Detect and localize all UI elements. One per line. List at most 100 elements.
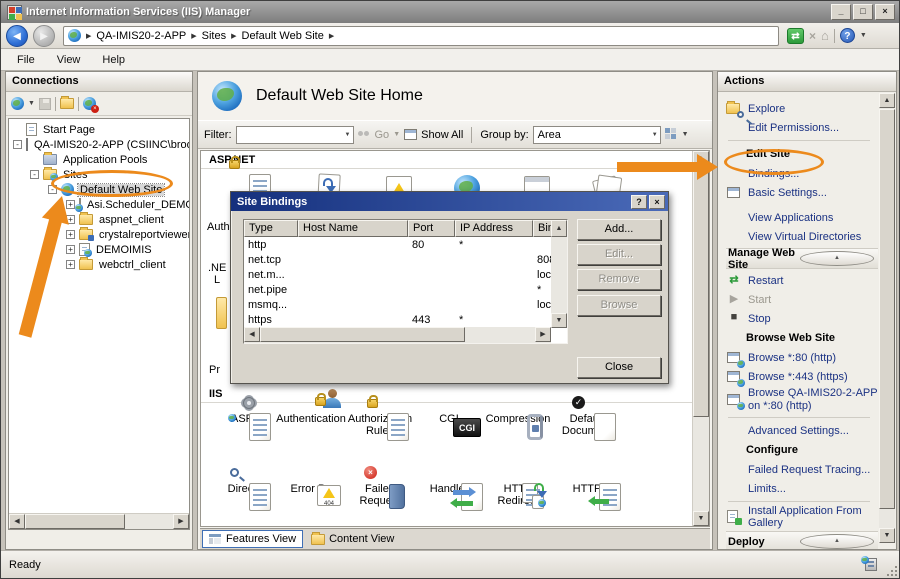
action-browse-qa[interactable]: Browse QA-IMIS20-2-APP on *:80 (http) [726, 386, 878, 414]
add-button[interactable]: Add... [577, 219, 661, 240]
action-limits[interactable]: Limits... [726, 479, 878, 498]
collapse-expander-icon[interactable]: - [13, 140, 22, 149]
collapse-expander-icon[interactable]: - [30, 170, 39, 179]
view-mode-dropdown-icon[interactable]: ▼ [682, 131, 689, 138]
feature-authorization-rules[interactable]: Authorization Rules [345, 411, 415, 437]
action-view-virtual-directories[interactable]: View Virtual Directories [726, 227, 878, 246]
collapse-expander-icon[interactable]: + [66, 260, 75, 269]
go-dropdown-icon[interactable]: ▼ [393, 131, 400, 138]
tree-item-demoimis[interactable]: + DEMOIMIS [9, 242, 189, 257]
tree-item-asi-scheduler[interactable]: + Asi.Scheduler_DEMO [9, 197, 189, 212]
binding-row-http[interactable]: http 80 * [244, 237, 567, 252]
binding-row-msmq[interactable]: msmq... loca [244, 297, 567, 312]
dialog-help-button[interactable]: ? [631, 195, 647, 209]
column-ip-address[interactable]: IP Address [455, 220, 533, 237]
action-stop[interactable]: ■Stop [726, 309, 878, 328]
close-button[interactable]: × [875, 4, 895, 20]
column-host-name[interactable]: Host Name [298, 220, 408, 237]
dialog-close-button[interactable]: × [649, 195, 665, 209]
menu-help[interactable]: Help [102, 54, 125, 66]
scrollbar-thumb[interactable] [260, 327, 465, 342]
feature-handler-mappings[interactable]: Handler [414, 481, 484, 495]
collapse-expander-icon[interactable]: + [66, 200, 75, 209]
scrollbar-thumb[interactable] [25, 514, 125, 529]
feature-http-redirect[interactable]: HTTP Redirect [483, 481, 553, 507]
actions-group-deploy[interactable]: Deploy▲ [726, 531, 878, 549]
binding-row-net-pipe[interactable]: net.pipe * [244, 282, 567, 297]
scroll-up-button[interactable]: ▲ [693, 151, 709, 166]
minimize-button[interactable]: _ [831, 4, 851, 20]
filter-input[interactable]: ▼ [236, 126, 354, 144]
scrollbar-thumb[interactable] [693, 167, 709, 417]
breadcrumb-item-site[interactable]: Default Web Site [242, 30, 324, 42]
tree-item-aspnet-client[interactable]: + aspnet_client [9, 212, 189, 227]
tree-item-crystalreportviewers[interactable]: + crystalreportviewers [9, 227, 189, 242]
close-dialog-button[interactable]: Close [577, 357, 661, 378]
binding-row-https[interactable]: https 443 * [244, 312, 567, 327]
scroll-left-button[interactable]: ◀ [244, 327, 260, 342]
column-type[interactable]: Type [244, 220, 298, 237]
tree-item-start-page[interactable]: Start Page [9, 122, 189, 137]
collapse-icon[interactable]: ▲ [800, 534, 874, 549]
tree-item-default-web-site[interactable]: - Default Web Site [9, 182, 189, 197]
action-restart[interactable]: ⇄Restart [726, 271, 878, 290]
menu-file[interactable]: File [17, 54, 35, 66]
menu-view[interactable]: View [57, 54, 81, 66]
action-install-gallery[interactable]: Install Application From Gallery [726, 505, 878, 529]
maximize-button[interactable]: □ [853, 4, 873, 20]
breadcrumb-item-server[interactable]: QA-IMIS20-2-APP [96, 30, 186, 42]
feature-http-response-headers[interactable]: HTTP [552, 481, 622, 495]
feature-directory-browsing[interactable]: Direct [207, 481, 277, 495]
back-button[interactable]: ◀ [6, 25, 28, 47]
action-explore[interactable]: Explore [726, 99, 878, 118]
forward-button[interactable]: ▶ [33, 25, 55, 47]
actions-scrollbar[interactable]: ▲ ▼ [879, 93, 895, 543]
feature-compression[interactable]: Compression [483, 411, 553, 425]
feature-authentication[interactable]: Authentication [276, 411, 346, 425]
scroll-up-button[interactable]: ▲ [551, 220, 567, 237]
action-failed-request-tracing[interactable]: Failed Request Tracing... [726, 460, 878, 479]
scroll-down-button[interactable]: ▼ [879, 528, 895, 543]
up-folder-icon[interactable] [60, 98, 74, 109]
collapse-expander-icon[interactable]: - [48, 185, 57, 194]
scroll-left-button[interactable]: ◀ [9, 514, 25, 529]
feature-error-pages[interactable]: 404 Error Pa [276, 481, 346, 495]
actions-group-manage-web-site[interactable]: Manage Web Site▲ [726, 248, 878, 269]
connect-icon[interactable] [11, 97, 24, 110]
column-port[interactable]: Port [408, 220, 455, 237]
help-dropdown-icon[interactable]: ▼ [860, 32, 867, 39]
group-by-select[interactable]: Area▼ [533, 126, 661, 144]
show-all-button[interactable]: Show All [421, 129, 463, 141]
connect-dropdown-icon[interactable]: ▼ [28, 100, 35, 107]
scroll-down-button[interactable]: ▼ [693, 511, 709, 526]
binding-row-net-msmq[interactable]: net.m... loca [244, 267, 567, 282]
breadcrumb-item-sites[interactable]: Sites [202, 30, 226, 42]
scroll-right-button[interactable]: ▶ [173, 514, 189, 529]
action-view-applications[interactable]: View Applications [726, 208, 878, 227]
go-button[interactable]: Go [375, 129, 390, 141]
feature-cgi[interactable]: CGI CGI [414, 411, 484, 425]
breadcrumb[interactable]: ▶ QA-IMIS20-2-APP ▶ Sites ▶ Default Web … [63, 26, 779, 46]
tree-item-webctrl-client[interactable]: + webctrl_client [9, 257, 189, 272]
tab-content-view[interactable]: Content View [305, 530, 400, 548]
feature-asp[interactable]: ASP [207, 411, 277, 425]
scroll-right-button[interactable]: ▶ [535, 327, 551, 342]
action-bindings[interactable]: Bindings... [726, 164, 878, 183]
tree-item-sites[interactable]: - Sites [9, 167, 189, 182]
dialog-title-bar[interactable]: Site Bindings ? × [231, 192, 668, 211]
window-title-bar[interactable]: Internet Information Services (IIS) Mana… [1, 1, 899, 23]
tree-item-application-pools[interactable]: Application Pools [9, 152, 189, 167]
scroll-down-button[interactable]: ▼ [551, 313, 567, 328]
tree-item-server[interactable]: - QA-IMIS20-2-APP (CSIINC\brook [9, 137, 189, 152]
scroll-up-button[interactable]: ▲ [879, 93, 895, 108]
breadcrumb-arrow-icon[interactable]: ▶ [231, 32, 236, 40]
help-icon[interactable]: ? [840, 28, 855, 43]
binding-row-net-tcp[interactable]: net.tcp 808 [244, 252, 567, 267]
action-basic-settings[interactable]: Basic Settings... [726, 183, 878, 202]
feature-failed-request-tracing[interactable]: × Failed Request [345, 481, 415, 507]
breadcrumb-arrow-icon[interactable]: ▶ [191, 32, 196, 40]
breadcrumb-arrow-icon[interactable]: ▶ [86, 32, 91, 40]
view-mode-icon[interactable] [665, 128, 678, 141]
collapse-expander-icon[interactable]: + [66, 245, 75, 254]
content-vertical-scrollbar[interactable]: ▲ ▼ [692, 151, 709, 526]
